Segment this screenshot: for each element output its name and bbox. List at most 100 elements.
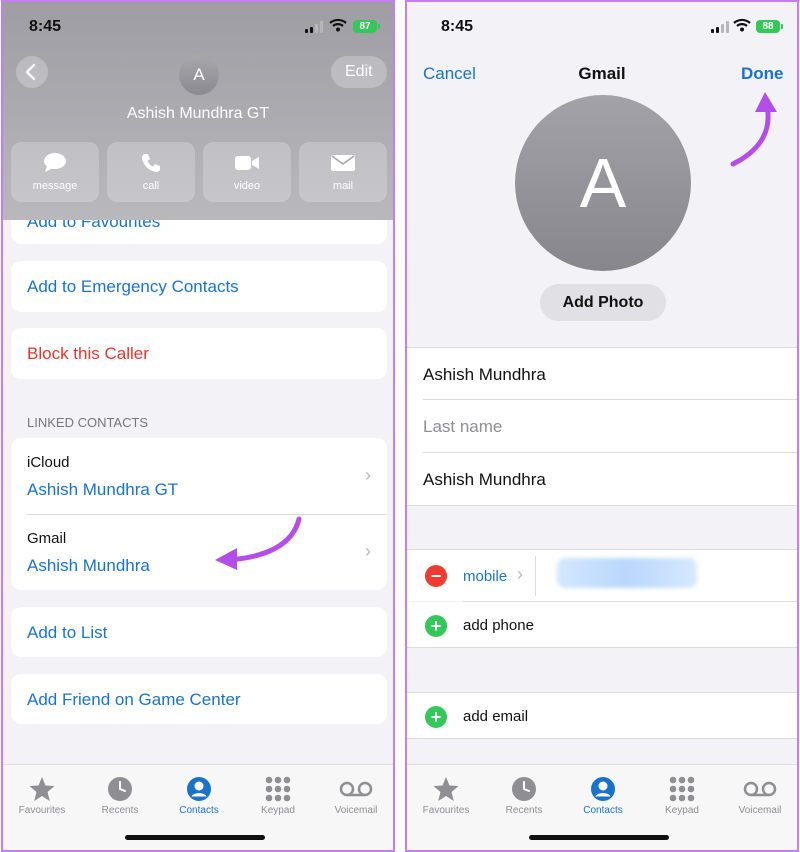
add-phone-icon: +: [425, 615, 447, 637]
redacted-phone-number: [557, 558, 697, 588]
star-icon: [29, 777, 55, 801]
divider: [535, 556, 536, 596]
tab-voicemail[interactable]: Voicemail: [317, 775, 393, 816]
add-email-icon: +: [425, 706, 447, 728]
wifi-icon: [329, 18, 347, 32]
tab-label: Voicemail: [738, 805, 782, 816]
add-phone-row[interactable]: + add phone: [407, 602, 797, 648]
done-button[interactable]: Done: [741, 64, 784, 84]
linked-contact-icloud-row[interactable]: iCloud Ashish Mundhra GT ›: [11, 438, 387, 514]
linked-contacts-card: iCloud Ashish Mundhra GT › Gmail Ashish …: [11, 438, 387, 590]
video-action-button[interactable]: video: [203, 142, 291, 202]
first-name-field[interactable]: Ashish Mundhra: [407, 347, 797, 400]
tab-contacts[interactable]: Contacts: [160, 775, 238, 816]
linked-contact-gmail-row[interactable]: Gmail Ashish Mundhra ›: [11, 515, 387, 590]
wifi-icon: [733, 18, 751, 32]
clock-icon: [512, 777, 536, 801]
message-bubble-icon: [44, 153, 66, 172]
battery-indicator: 87: [353, 20, 380, 33]
company-field[interactable]: Ashish Mundhra: [407, 453, 797, 506]
add-to-list-link[interactable]: Add to List: [27, 623, 107, 643]
company-value: Ashish Mundhra: [423, 470, 546, 489]
status-time: 8:45: [441, 18, 474, 35]
cellular-signal-icon: [711, 21, 733, 33]
home-indicator: [529, 835, 669, 840]
contact-avatar: A: [179, 55, 219, 95]
annotation-arrow: [215, 516, 302, 570]
linked-contact-name: Ashish Mundhra GT: [27, 480, 179, 499]
battery-indicator: 88: [756, 20, 783, 33]
status-bar: 8:45 87: [3, 2, 393, 52]
phone-icon: [142, 154, 160, 172]
cancel-button[interactable]: Cancel: [423, 64, 476, 84]
linked-contacts-header: LINKED CONTACTS: [27, 415, 149, 430]
phone-row[interactable]: − mobile ›: [407, 549, 797, 601]
first-name-value: Ashish Mundhra: [423, 365, 546, 384]
tab-favourites[interactable]: Favourites: [3, 775, 81, 816]
person-circle-icon: [187, 777, 211, 801]
tab-keypad[interactable]: Keypad: [643, 775, 721, 816]
person-circle-icon: [591, 777, 615, 801]
right-phone-screen: 8:45 88 Gmail Cancel Done A Add Photo As…: [405, 0, 799, 852]
keypad-icon: [265, 776, 291, 802]
chevron-right-icon: ›: [365, 465, 371, 485]
call-label: call: [142, 180, 160, 192]
video-label: video: [233, 180, 261, 192]
block-caller-link[interactable]: Block this Caller: [27, 344, 149, 364]
tab-recents[interactable]: Recents: [485, 775, 563, 816]
add-email-label: add email: [463, 708, 529, 725]
add-to-emergency-contacts-link[interactable]: Add to Emergency Contacts: [27, 277, 239, 297]
last-name-field[interactable]: Last name: [407, 400, 797, 453]
emergency-contacts-card[interactable]: Add to Emergency Contacts: [11, 261, 387, 312]
tab-voicemail[interactable]: Voicemail: [721, 775, 797, 816]
add-photo-button[interactable]: Add Photo: [540, 284, 666, 321]
tab-bar: Favourites Recents Contacts Keypad Voice…: [407, 764, 797, 850]
call-action-button[interactable]: call: [107, 142, 195, 202]
annotation-arrow: [730, 92, 777, 167]
tab-label: Voicemail: [334, 805, 378, 816]
last-name-placeholder: Last name: [423, 417, 503, 436]
add-email-row[interactable]: + add email: [407, 692, 797, 739]
remove-phone-button[interactable]: −: [425, 565, 447, 587]
contact-photo[interactable]: A: [515, 95, 691, 271]
add-phone-label: add phone: [463, 617, 534, 634]
back-button[interactable]: [16, 56, 48, 88]
tab-label: Favourites: [422, 805, 470, 816]
tab-bar: Favourites Recents Contacts Keypad Voice…: [3, 764, 393, 850]
envelope-icon: [331, 155, 355, 171]
edit-button[interactable]: Edit: [331, 56, 387, 88]
status-bar: 8:45 88: [407, 2, 797, 52]
add-friend-game-center-link[interactable]: Add Friend on Game Center: [27, 690, 241, 710]
block-caller-card[interactable]: Block this Caller: [11, 328, 387, 379]
message-label: message: [32, 180, 78, 192]
tab-favourites[interactable]: Favourites: [407, 775, 485, 816]
tab-label: Contacts: [179, 805, 219, 816]
chevron-right-icon: ›: [365, 541, 371, 561]
clock-icon: [108, 777, 132, 801]
left-phone-screen: Add to Favourites 8:45 87 Edit A Ashish …: [1, 0, 395, 852]
tab-contacts[interactable]: Contacts: [564, 775, 642, 816]
voicemail-icon: [339, 781, 373, 797]
phone-label[interactable]: mobile: [463, 568, 507, 585]
tab-label: Recents: [505, 805, 543, 816]
mail-action-button[interactable]: mail: [299, 142, 387, 202]
tab-recents[interactable]: Recents: [81, 775, 159, 816]
star-icon: [433, 777, 459, 801]
game-center-card[interactable]: Add Friend on Game Center: [11, 674, 387, 724]
home-indicator: [125, 835, 265, 840]
tab-label: Contacts: [583, 805, 623, 816]
voicemail-icon: [743, 781, 777, 797]
message-action-button[interactable]: message: [11, 142, 99, 202]
chevron-left-icon: [25, 63, 36, 81]
linked-contact-name: Ashish Mundhra: [27, 556, 150, 575]
linked-source-label: iCloud: [27, 454, 70, 471]
chevron-right-icon: ›: [517, 564, 523, 584]
tab-label: Recents: [101, 805, 139, 816]
add-to-list-card[interactable]: Add to List: [11, 607, 387, 657]
status-time: 8:45: [29, 18, 62, 35]
mail-label: mail: [332, 180, 354, 192]
contact-name: Ashish Mundhra GT: [126, 105, 270, 122]
tab-label: Keypad: [261, 805, 295, 816]
tab-keypad[interactable]: Keypad: [239, 775, 317, 816]
tab-label: Favourites: [18, 805, 66, 816]
